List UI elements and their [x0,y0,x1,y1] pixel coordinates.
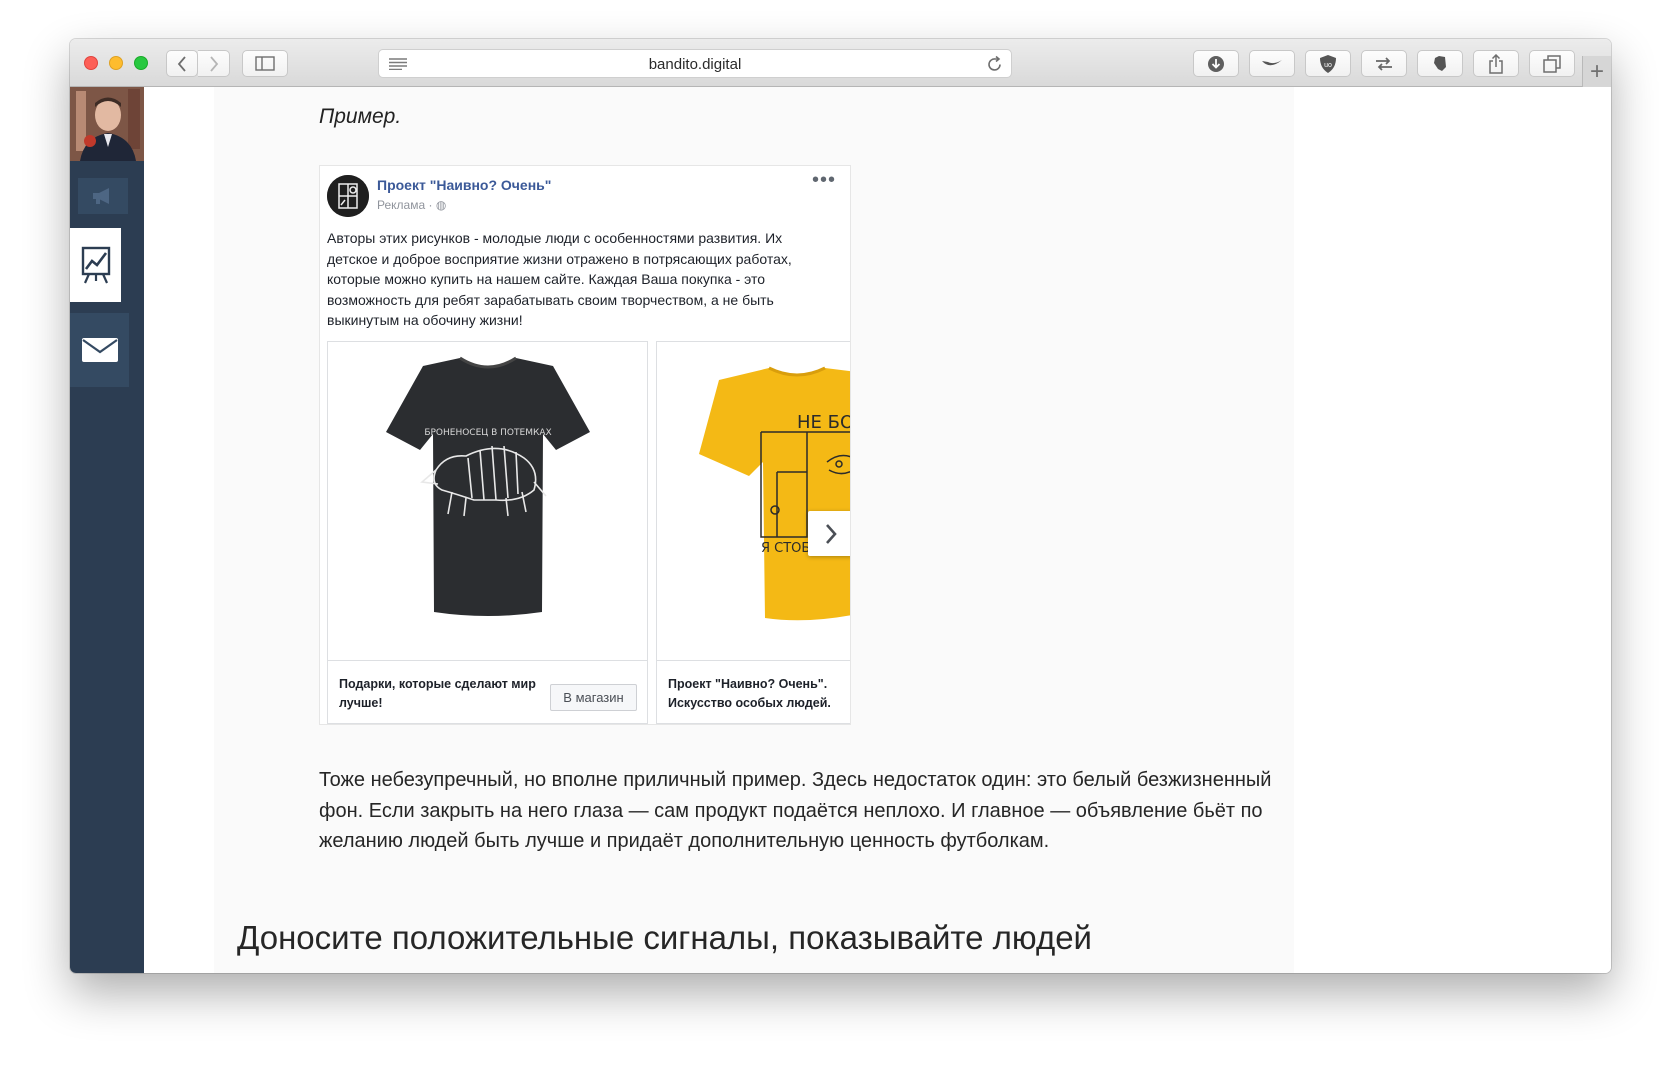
url-text[interactable]: bandito.digital [379,56,1011,73]
svg-text:uo: uo [1324,62,1332,69]
extension-icon [1262,59,1282,65]
card-title[interactable]: Проект "Наивно? Очень". Искусство особых… [668,675,850,713]
sidebar-icon [255,56,275,71]
post-text: Авторы этих рисунков - молодые люди с ос… [327,230,792,328]
megaphone-icon [93,188,109,204]
article: Пример. Проект "Наивно? Очень" Реклама ·… [214,87,1294,973]
back-button[interactable] [166,50,198,77]
section-heading: Доносите положительные сигналы, показыва… [237,919,1092,956]
close-window-button[interactable] [84,56,98,70]
shield-icon: uo [1320,54,1336,73]
shirt-print-top: НЕ БО [797,412,851,433]
black-tshirt-image[interactable]: БРОНЕНОСЕЦ В ПОТЕМКАХ [328,342,647,661]
shop-now-button[interactable]: В магазин [550,684,637,711]
carousel-next-button[interactable] [808,511,850,556]
address-bar[interactable]: bandito.digital [378,49,1012,78]
forward-icon [209,55,218,72]
forward-button[interactable] [198,50,230,77]
tabs-icon [1543,54,1561,73]
evernote-icon [1434,55,1446,71]
sync-button[interactable] [1361,50,1407,77]
yellow-tshirt-image[interactable]: НЕ БО Я СТОБОЙ [657,342,851,661]
globe-icon: ◍ [435,198,447,212]
facebook-ad-post: Проект "Наивно? Очень" Реклама · ◍ ••• А… [319,165,851,725]
author-avatar[interactable] [70,87,144,161]
article-paragraph: Тоже небезупречный, но вполне приличный … [319,769,1272,852]
mail-icon [81,338,118,362]
adblock-button[interactable]: uo [1305,50,1351,77]
zoom-window-button[interactable] [134,56,148,70]
page-avatar[interactable] [327,175,369,217]
new-tab-icon[interactable]: + [1582,56,1611,87]
sync-icon [1376,56,1392,71]
carousel-card[interactable]: БРОНЕНОСЕЦ В ПОТЕМКАХ Подарки, которые с… [327,341,648,724]
chevron-right-icon [825,523,837,544]
chart-icon [81,246,110,284]
mail-button[interactable] [70,313,129,387]
sponsored-text: Реклама [377,198,426,212]
share-button[interactable] [1473,50,1519,77]
site-sidebar [70,87,144,973]
shirt-print-text: БРОНЕНОСЕЦ В ПОТЕМКАХ [424,428,551,438]
tabs-overview-button[interactable] [1529,50,1575,77]
page-content: Пример. Проект "Наивно? Очень" Реклама ·… [144,87,1611,973]
chart-button[interactable] [70,228,121,302]
card-title[interactable]: Подарки, которые сделают мир лучше! [339,675,549,713]
more-options-icon[interactable]: ••• [812,169,836,192]
megaphone-button[interactable] [78,178,128,214]
download-icon [1208,55,1224,72]
minimize-window-button[interactable] [109,56,123,70]
extension-button[interactable] [1249,50,1295,77]
evernote-button[interactable] [1417,50,1463,77]
page-name[interactable]: Проект "Наивно? Очень" [377,177,551,193]
browser-window: bandito.digital uo + Пример. Проект "Наи… [70,39,1611,973]
downloads-button[interactable] [1193,50,1239,77]
reload-icon[interactable] [987,55,1003,73]
sidebar-toggle-button[interactable] [242,50,288,77]
sponsored-label: Реклама · ◍ [377,198,447,212]
browser-toolbar: bandito.digital uo + [70,39,1611,87]
share-icon [1489,53,1503,74]
intro-text: Пример. [319,105,402,128]
back-icon [177,55,186,72]
